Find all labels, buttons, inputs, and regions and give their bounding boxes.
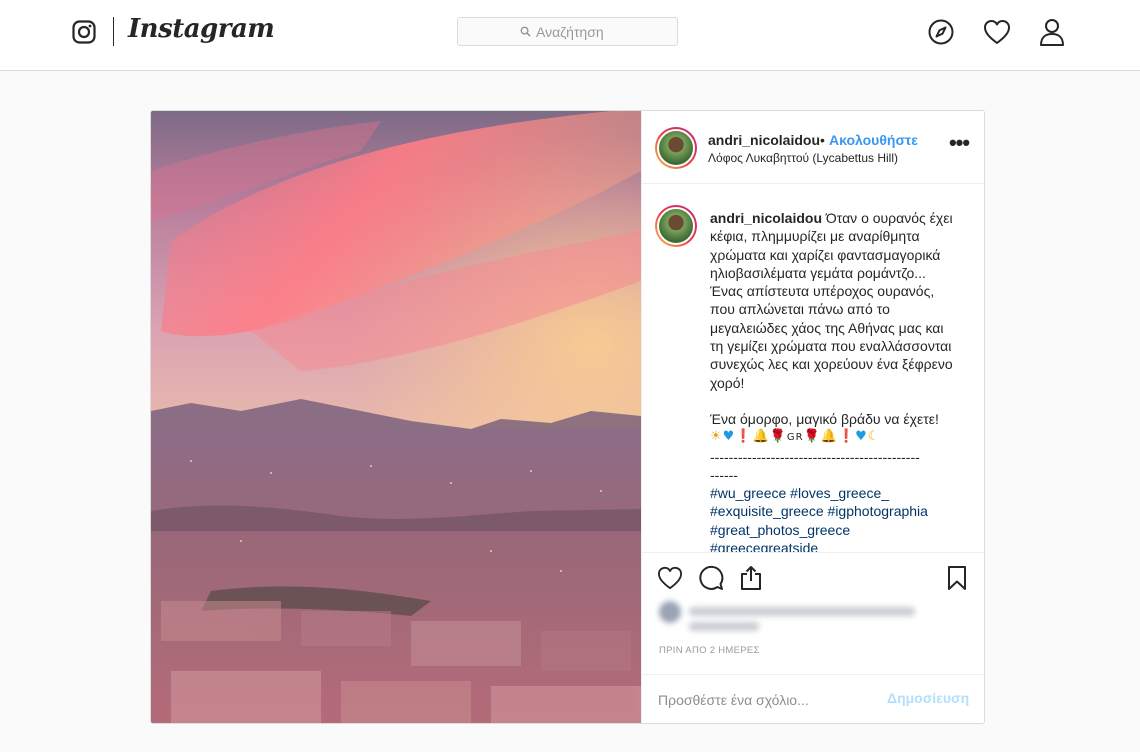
instagram-glyph-icon[interactable]: [72, 20, 96, 44]
caption-wish: Ένα όμορφο, μαγικό βράδυ να έχετε!: [710, 410, 939, 427]
sun-emoji-icon: ☀: [710, 429, 723, 445]
likes-summary-blurred: [659, 599, 929, 635]
caption-emoji-row: ☀♥❗🔔🌹GR🌹🔔❗♥☾: [710, 428, 955, 447]
top-navigation-bar: Instagram: [0, 0, 1140, 71]
save-bookmark-icon[interactable]: [942, 563, 972, 593]
comments-section[interactable]: andri_nicolaidou Όταν ο ουρανός έχει κέφ…: [642, 184, 984, 552]
hashtag-link[interactable]: #greecegreatside: [710, 540, 818, 552]
instagram-wordmark[interactable]: Instagram: [128, 14, 275, 44]
bell-emoji-icon: 🔔: [752, 429, 770, 445]
like-heart-icon[interactable]: [655, 563, 685, 593]
activity-heart-icon[interactable]: [982, 17, 1012, 47]
post-actions: ΠΡΙΝ ΑΠΟ 2 ΗΜΕΡΕΣ Δημοσίευση: [642, 552, 984, 723]
hashtag-link[interactable]: #wu_greece: [710, 485, 786, 501]
post-photo[interactable]: [151, 111, 641, 723]
more-options-icon[interactable]: •••: [947, 132, 971, 160]
header-separator: •: [820, 132, 825, 148]
search-input[interactable]: [536, 22, 666, 41]
search-box[interactable]: [457, 17, 678, 46]
caption-username[interactable]: andri_nicolaidou: [710, 210, 822, 226]
rose-emoji-icon: 🌹: [769, 429, 787, 445]
post-location[interactable]: Λόφος Λυκαβηττού (Lycabettus Hill): [708, 151, 898, 165]
hashtag-link[interactable]: #great_photos_greece: [710, 522, 850, 538]
post-side-panel: andri_nicolaidou • Ακολουθήστε Λόφος Λυκ…: [641, 111, 984, 723]
follow-button[interactable]: Ακολουθήστε: [829, 132, 918, 148]
post-caption: andri_nicolaidou Όταν ο ουρανός έχει κέφ…: [710, 209, 955, 552]
post-card: andri_nicolaidou • Ακολουθήστε Λόφος Λυκ…: [150, 110, 985, 724]
rose-emoji-icon: 🌹: [803, 429, 821, 445]
comment-bubble-icon[interactable]: [696, 563, 726, 593]
caption-author-avatar[interactable]: [655, 205, 697, 247]
exclamation-emoji-icon: ❗: [837, 429, 856, 445]
add-comment-bar: Δημοσίευση: [642, 674, 984, 723]
greece-flag-emoji-icon: GR: [786, 432, 804, 444]
hashtag-link[interactable]: #exquisite_greece: [710, 503, 824, 519]
share-icon[interactable]: [736, 563, 766, 593]
author-avatar[interactable]: [655, 127, 697, 169]
caption-divider: ----------------------------------------…: [710, 448, 920, 465]
publish-comment-button[interactable]: Δημοσίευση: [887, 690, 969, 706]
bell-emoji-icon: 🔔: [820, 429, 838, 445]
hashtag-link[interactable]: #igphotographia: [828, 503, 928, 519]
blue-heart-emoji-icon: ♥: [722, 429, 736, 445]
search-icon: [520, 26, 531, 37]
post-header: andri_nicolaidou • Ακολουθήστε Λόφος Λυκ…: [642, 111, 984, 184]
comment-input[interactable]: [658, 690, 878, 710]
blue-heart-emoji-icon: ♥: [855, 429, 868, 445]
post-timestamp[interactable]: ΠΡΙΝ ΑΠΟ 2 ΗΜΕΡΕΣ: [659, 645, 760, 656]
caption-text: Όταν ο ουρανός έχει κέφια, πλημμυρίζει μ…: [710, 210, 953, 391]
exclamation-emoji-icon: ❗: [735, 429, 753, 445]
moon-emoji-icon: ☾: [867, 429, 881, 445]
caption-divider-tail: ------: [710, 466, 738, 483]
explore-compass-icon[interactable]: [926, 17, 956, 47]
logo-divider: [113, 17, 114, 46]
profile-icon[interactable]: [1037, 17, 1067, 47]
author-username[interactable]: andri_nicolaidou: [708, 132, 820, 148]
hashtag-link[interactable]: #loves_greece_: [790, 485, 889, 501]
